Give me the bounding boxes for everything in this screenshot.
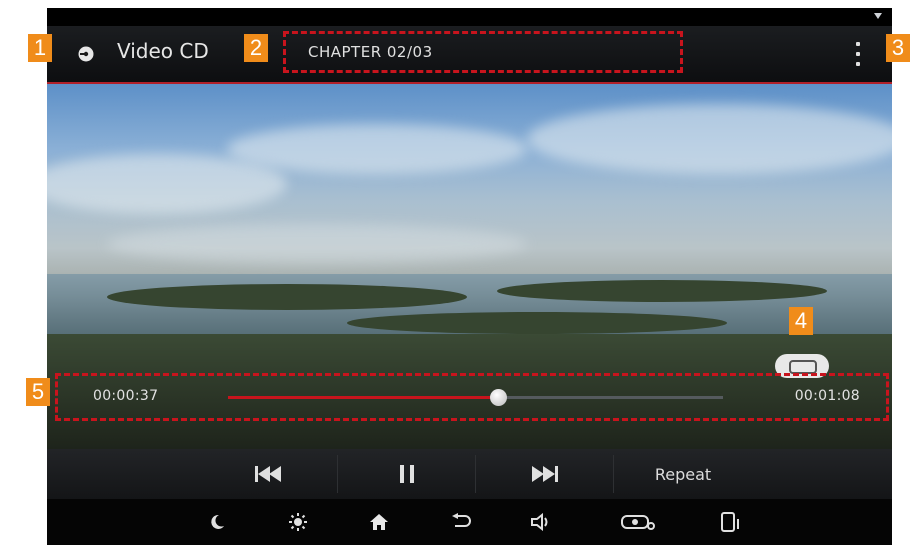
- status-bar: [47, 8, 892, 26]
- next-button[interactable]: [475, 455, 614, 493]
- skip-next-icon: [532, 466, 558, 482]
- home-icon[interactable]: [367, 510, 391, 534]
- callout-2: 2: [244, 34, 268, 62]
- pause-icon: [400, 465, 414, 483]
- signal-icon: [874, 13, 882, 19]
- pause-button[interactable]: [337, 455, 476, 493]
- volume-icon[interactable]: [529, 510, 553, 534]
- back-icon[interactable]: [449, 510, 473, 534]
- moon-icon[interactable]: [205, 510, 229, 534]
- source-title: Video CD: [117, 39, 209, 63]
- system-nav-bar: [47, 499, 892, 545]
- progress-area: 00:00:37 00:01:08: [55, 373, 889, 421]
- more-vertical-icon[interactable]: [853, 42, 863, 66]
- top-bar: Video CD CHAPTER 02/03: [47, 26, 892, 84]
- seek-thumb[interactable]: [489, 389, 507, 406]
- skip-previous-icon: [255, 466, 281, 482]
- chapter-label: CHAPTER 02/03: [308, 43, 433, 61]
- disc-icon: [78, 46, 94, 62]
- camera-car-icon[interactable]: [620, 510, 656, 534]
- seek-bar-fill: [228, 396, 498, 399]
- callout-3: 3: [886, 34, 910, 62]
- repeat-button[interactable]: Repeat: [613, 455, 752, 493]
- repeat-label: Repeat: [654, 464, 712, 484]
- callout-1: 1: [28, 34, 52, 62]
- head-unit-screen: Video CD CHAPTER 02/03 00:00:37 00:01:08: [47, 8, 892, 545]
- seek-bar[interactable]: [228, 389, 723, 406]
- previous-button[interactable]: [199, 455, 337, 493]
- total-time: 00:01:08: [794, 388, 860, 404]
- elapsed-time: 00:00:37: [93, 388, 159, 404]
- brightness-icon[interactable]: [286, 510, 310, 534]
- chapter-info: CHAPTER 02/03: [283, 31, 683, 73]
- phone-icon[interactable]: [719, 510, 743, 534]
- video-frame[interactable]: 00:00:37 00:01:08: [47, 84, 892, 449]
- control-bar: Repeat: [47, 449, 892, 499]
- callout-4: 4: [789, 307, 813, 335]
- callout-5: 5: [26, 378, 50, 406]
